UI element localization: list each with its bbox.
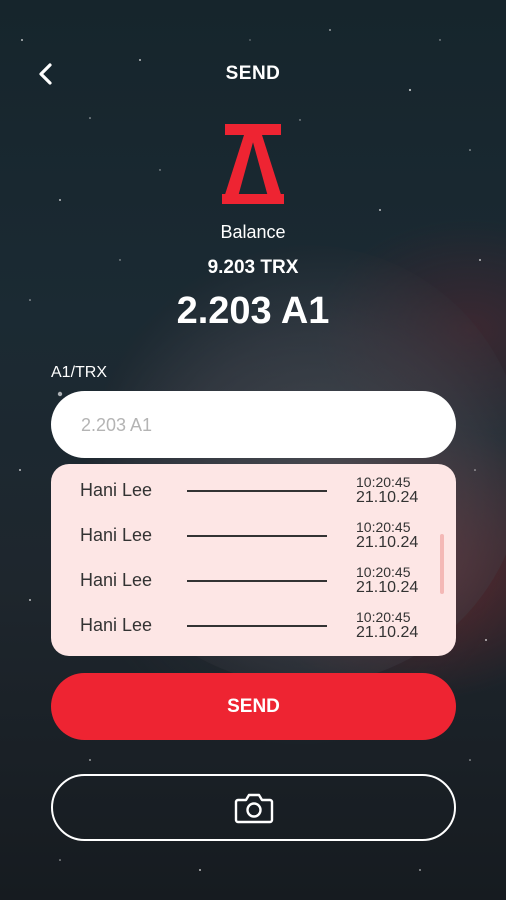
list-item[interactable]: Hani Lee 10:20:45 21.10.24 bbox=[51, 515, 456, 560]
balance-label: Balance bbox=[220, 222, 286, 242]
amount-field[interactable] bbox=[51, 391, 456, 460]
history-list[interactable]: Hani Lee 10:20:45 21.10.24 Hani Lee 10:2… bbox=[51, 464, 456, 656]
transaction-date: 21.10.24 bbox=[356, 624, 419, 641]
divider-line bbox=[187, 490, 327, 492]
transaction-date: 21.10.24 bbox=[356, 579, 419, 596]
transaction-time: 10:20:45 bbox=[356, 609, 411, 625]
scrollbar[interactable] bbox=[440, 534, 444, 594]
amount-input[interactable] bbox=[79, 391, 443, 460]
a1-logo bbox=[222, 124, 284, 204]
send-button[interactable]: SEND bbox=[51, 673, 456, 740]
divider-line bbox=[187, 580, 327, 582]
a1-balance: 2.203 A1 bbox=[176, 290, 330, 332]
divider-line bbox=[187, 625, 327, 627]
recipient-name: Hani Lee bbox=[80, 615, 153, 635]
list-item[interactable]: Hani Lee 10:20:45 21.10.24 bbox=[51, 605, 456, 650]
divider-line bbox=[187, 535, 327, 537]
recipient-name: Hani Lee bbox=[80, 525, 153, 545]
list-item[interactable]: Hani Lee 10:20:45 21.10.24 bbox=[51, 560, 456, 605]
pair-label: A1/TRX bbox=[51, 364, 108, 381]
transaction-date: 21.10.24 bbox=[356, 489, 419, 506]
transaction-time: 10:20:45 bbox=[356, 519, 411, 535]
transaction-time: 10:20:45 bbox=[356, 564, 411, 580]
list-item[interactable]: Hani Lee 10:20:45 21.10.24 bbox=[51, 470, 456, 515]
transaction-time: 10:20:45 bbox=[356, 474, 411, 490]
recipient-name: Hani Lee bbox=[80, 570, 153, 590]
recipient-name: Hani Lee bbox=[80, 480, 153, 500]
camera-button[interactable] bbox=[51, 774, 456, 841]
camera-icon bbox=[234, 793, 273, 823]
header-bar: SEND bbox=[0, 52, 506, 96]
page-title: SEND bbox=[225, 63, 281, 84]
trx-balance: 9.203 TRX bbox=[207, 257, 299, 278]
transaction-date: 21.10.24 bbox=[356, 534, 419, 551]
